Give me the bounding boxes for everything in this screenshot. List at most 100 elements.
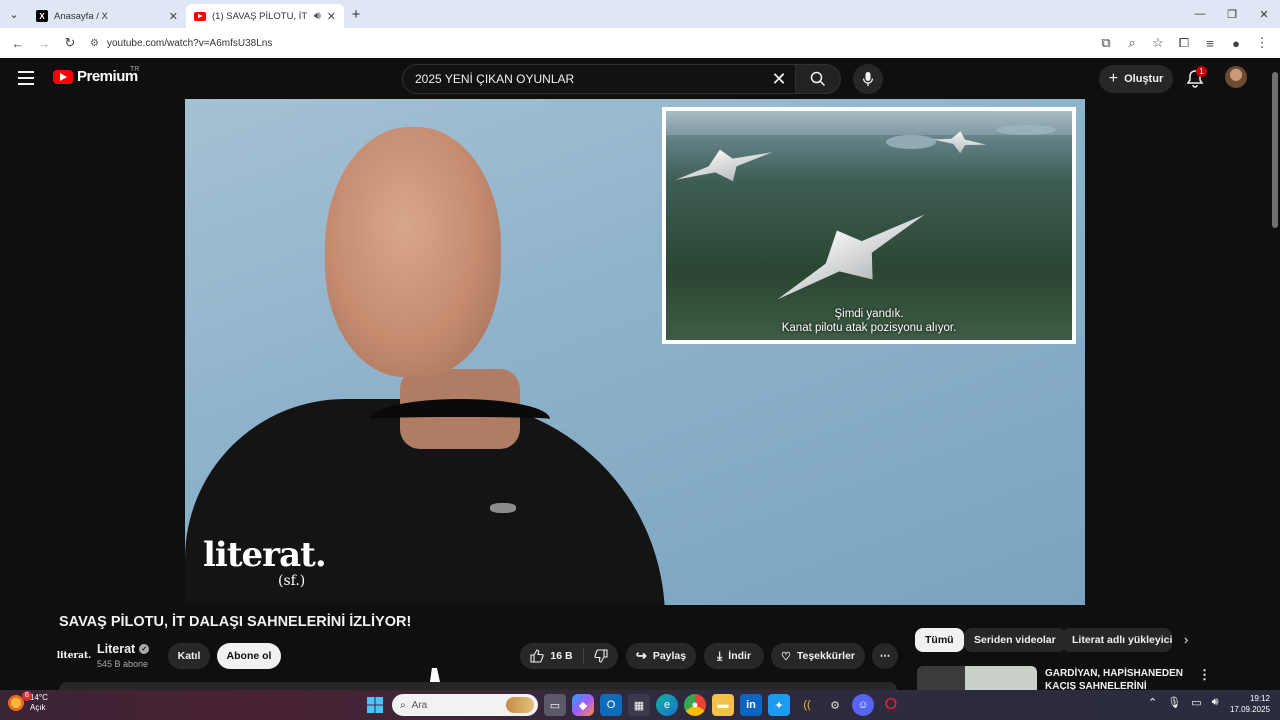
search-icon: ⌕ xyxy=(400,699,406,711)
twitter-icon[interactable]: ✦ xyxy=(768,694,790,716)
share-label: Paylaş xyxy=(652,650,687,662)
video-player[interactable]: literat. (sf.) Şimdi yandık. Kanat pilot… xyxy=(185,99,1085,605)
media-controls-icon[interactable]: ≡ xyxy=(1198,31,1222,55)
subscriber-count: 545 B abone xyxy=(97,659,149,669)
back-arrow-icon[interactable]: ← xyxy=(6,31,30,55)
hamburger-menu-icon[interactable] xyxy=(18,71,34,85)
taskbar-apps: ⌕ Ara ▭ ◆ O ▦ e ● ▬ in ✦ (( ⚙ ☺ O xyxy=(364,694,902,716)
audio-app-icon[interactable]: (( xyxy=(796,694,818,716)
linkedin-icon[interactable]: in xyxy=(740,694,762,716)
taskbar-search-input[interactable]: ⌕ Ara xyxy=(392,694,538,716)
close-window-icon[interactable]: ✕ xyxy=(1248,0,1280,28)
system-clock[interactable]: 19:12 17.09.2025 xyxy=(1226,693,1270,715)
search-highlight-image xyxy=(506,697,534,713)
thanks-button[interactable]: ♡ Teşekkürler xyxy=(771,643,865,669)
youtube-play-icon xyxy=(53,69,73,84)
chip-series[interactable]: Seriden videolar xyxy=(964,628,1066,652)
toolbar-actions: ⧉ ⌕ ☆ ⧠ ≡ ● ⋮ xyxy=(1094,31,1274,55)
site-settings-icon[interactable]: ⚙ xyxy=(90,38,99,49)
youtube-premium-logo[interactable]: Premium TR xyxy=(53,66,140,85)
voice-search-button[interactable] xyxy=(853,64,883,94)
bookmark-star-icon[interactable]: ☆ xyxy=(1146,31,1170,55)
fighter-jet xyxy=(671,137,776,194)
windows-start-icon[interactable] xyxy=(364,694,386,716)
browser-toolbar: ← → ↻ ⚙ youtube.com/watch?v=A6mfsU38Lns … xyxy=(0,28,1280,58)
clear-search-icon[interactable]: ✕ xyxy=(767,69,791,89)
subtitle-line: Kanat pilotu atak pozisyonu alıyor. xyxy=(781,322,957,334)
extensions-icon[interactable]: ⧠ xyxy=(1172,31,1196,55)
volume-icon[interactable]: 🔊︎ xyxy=(1212,696,1219,709)
x-logo-icon: X xyxy=(36,10,48,22)
chip-uploader[interactable]: Literat adlı yükleyicide xyxy=(1062,628,1172,652)
microphone-tray-icon[interactable]: 🎙︎ xyxy=(1167,696,1181,709)
new-tab-button[interactable]: + xyxy=(344,6,368,23)
download-label: İndir xyxy=(728,650,752,662)
file-explorer-icon[interactable]: ▬ xyxy=(712,694,734,716)
thumbs-up-icon xyxy=(530,649,545,663)
recommended-video-thumbnail[interactable] xyxy=(917,666,1037,690)
edge-icon[interactable]: e xyxy=(656,694,678,716)
speaker-icon[interactable]: 🔊︎ xyxy=(314,10,321,23)
weather-desc: Açık xyxy=(30,703,46,712)
window-controls: — ❐ ✕ xyxy=(1184,0,1280,28)
shirt-logo xyxy=(490,503,516,513)
browser-menu-icon[interactable]: ⋮ xyxy=(1250,31,1274,55)
channel-avatar[interactable]: literat. xyxy=(57,644,92,668)
profile-icon[interactable]: ● xyxy=(1224,31,1248,55)
chip-all[interactable]: Tümü xyxy=(915,628,964,652)
install-app-icon[interactable]: ⧉ xyxy=(1094,31,1118,55)
description-box[interactable] xyxy=(59,682,897,690)
tray-chevron-up-icon[interactable]: ⌃ xyxy=(1148,696,1157,709)
store-icon[interactable]: ▦ xyxy=(628,694,650,716)
weather-widget[interactable]: 6 14°C Açık xyxy=(8,691,48,713)
restore-icon[interactable]: ❐ xyxy=(1216,0,1248,28)
url-text: youtube.com/watch?v=A6mfsU38Lns xyxy=(106,37,273,49)
chrome-icon[interactable]: ● xyxy=(684,694,706,716)
zoom-icon[interactable]: ⌕ xyxy=(1120,31,1144,55)
settings-gear-icon[interactable]: ⚙ xyxy=(824,694,846,716)
chevron-right-icon[interactable]: › xyxy=(1184,632,1188,647)
search-input[interactable]: 2025 YENİ ÇIKAN OYUNLAR ✕ xyxy=(402,64,796,94)
channel-name[interactable]: Literat ✓ xyxy=(97,642,150,656)
forward-arrow-icon[interactable]: → xyxy=(32,31,56,55)
tab-close-icon[interactable]: ✕ xyxy=(169,10,178,23)
network-icon[interactable]: ▭ xyxy=(1191,696,1201,709)
more-vert-icon[interactable]: ⋮ xyxy=(1198,667,1211,683)
dislike-button[interactable] xyxy=(584,649,618,663)
weather-badge: 6 xyxy=(22,691,32,701)
outlook-icon[interactable]: O xyxy=(600,694,622,716)
join-button[interactable]: Katıl xyxy=(168,643,210,669)
verified-check-icon: ✓ xyxy=(139,644,150,654)
discord-icon[interactable]: ☺ xyxy=(852,694,874,716)
like-dislike-group: 16 B xyxy=(520,643,618,669)
scrollbar-thumb[interactable] xyxy=(1272,72,1278,228)
clip-lake xyxy=(886,135,936,149)
like-button[interactable]: 16 B xyxy=(520,648,584,664)
tab-title: Anasayfa / X xyxy=(54,10,108,22)
recommended-video-title[interactable]: GARDİYAN, HAPİSHANEDEN KAÇIŞ SAHNELERİNİ… xyxy=(1045,667,1190,690)
share-button[interactable]: ↪ Paylaş xyxy=(626,643,696,669)
address-bar[interactable]: ⚙ youtube.com/watch?v=A6mfsU38Lns xyxy=(84,31,1092,55)
task-view-icon[interactable]: ▭ xyxy=(544,694,566,716)
minimize-icon[interactable]: — xyxy=(1184,0,1216,28)
tab-x-home[interactable]: X Anasayfa / X ✕ xyxy=(28,4,186,28)
download-button[interactable]: ⤓ İndir xyxy=(704,643,764,669)
subscribe-button[interactable]: Abone ol xyxy=(217,643,281,669)
tab-title: (1) SAVAŞ PİLOTU, İT DALAŞ xyxy=(212,10,308,22)
more-actions-button[interactable]: ⋯ xyxy=(872,643,898,669)
channel-name-text: Literat xyxy=(97,642,136,656)
clock-date: 17.09.2025 xyxy=(1229,705,1270,714)
avatar[interactable] xyxy=(1225,66,1247,88)
copilot-icon[interactable]: ◆ xyxy=(572,694,594,716)
search-button[interactable] xyxy=(795,64,841,94)
region-code: TR xyxy=(130,66,140,73)
reload-icon[interactable]: ↻ xyxy=(58,31,82,55)
create-button[interactable]: + Oluştur xyxy=(1099,65,1173,93)
tab-close-icon[interactable]: ✕ xyxy=(327,10,336,23)
notification-badge: 1 xyxy=(1196,66,1207,77)
tab-youtube-video[interactable]: (1) SAVAŞ PİLOTU, İT DALAŞ 🔊︎ ✕ xyxy=(186,4,344,28)
opera-icon[interactable]: O xyxy=(880,694,902,716)
youtube-header: Premium TR 2025 YENİ ÇIKAN OYUNLAR ✕ + O… xyxy=(0,58,1280,99)
channel-watermark: literat. xyxy=(203,535,327,575)
tab-search-chevron-icon[interactable]: ⌄ xyxy=(0,0,28,28)
